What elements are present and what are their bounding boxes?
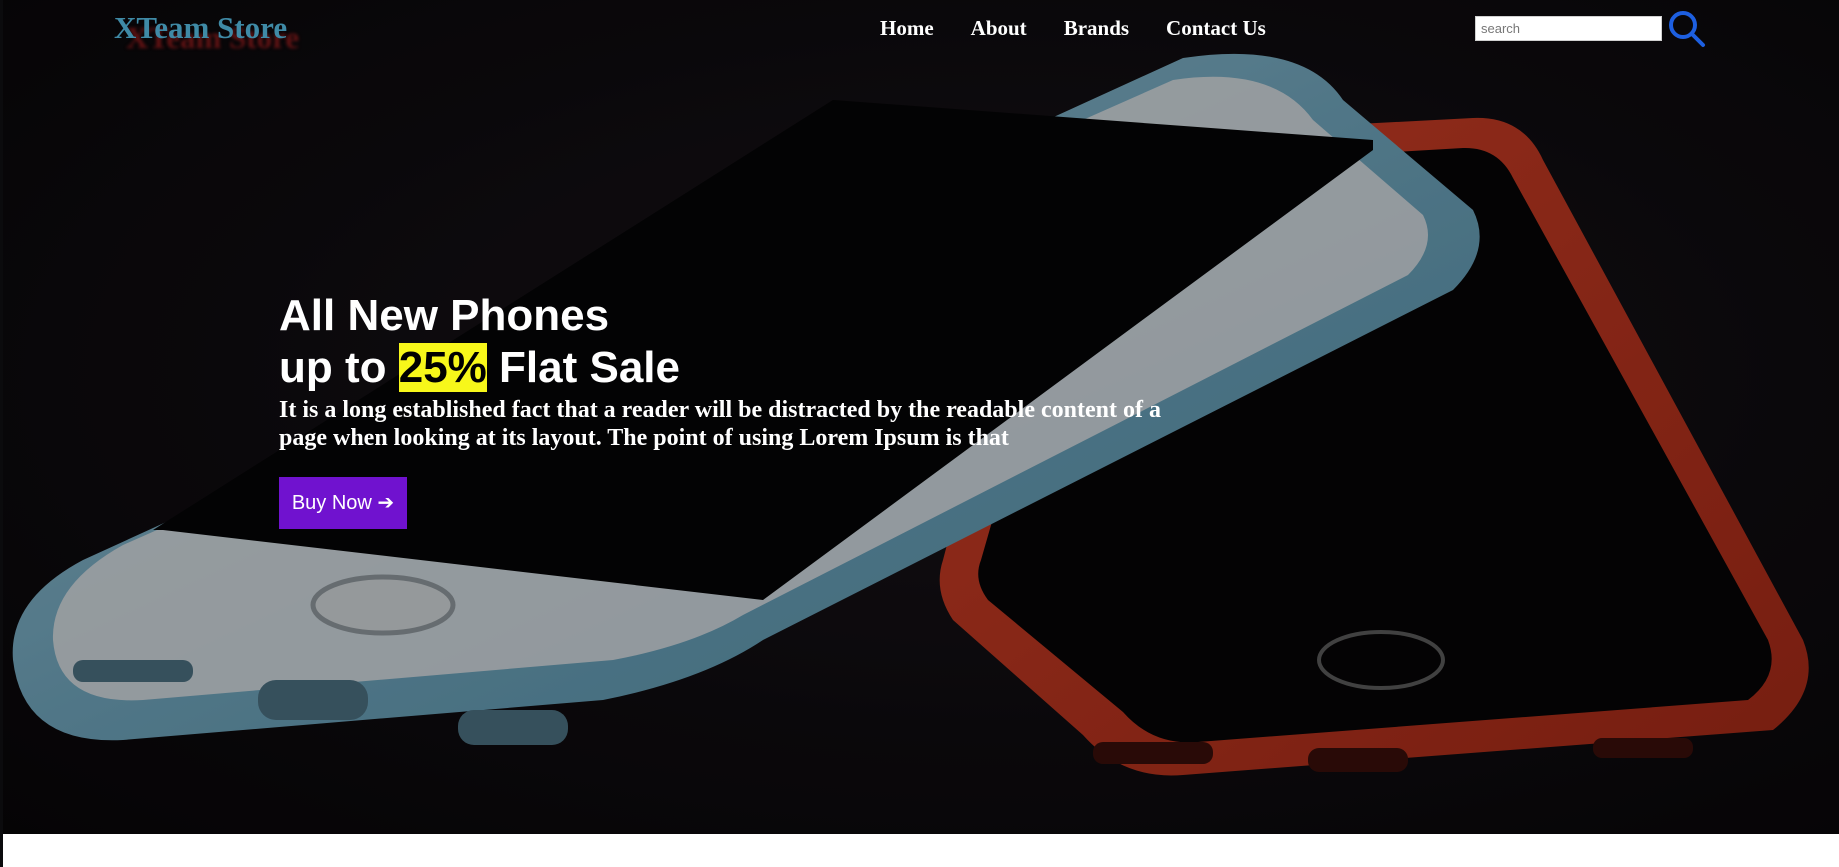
- search-input[interactable]: [1475, 16, 1662, 41]
- buy-now-button[interactable]: Buy Now ➔: [279, 477, 407, 529]
- headline-line-1: All New Phones: [279, 291, 610, 340]
- nav-about[interactable]: About: [971, 16, 1027, 41]
- main-nav: Home About Brands Contact Us: [880, 16, 1266, 41]
- nav-contact-us[interactable]: Contact Us: [1166, 16, 1266, 41]
- discount-highlight: 25%: [398, 343, 487, 392]
- page: XTeam Store Home About Brands Contact Us…: [0, 0, 1839, 867]
- headline-line-2-suffix: Flat Sale: [486, 343, 680, 392]
- search-icon: [1669, 11, 1705, 47]
- nav-brands[interactable]: Brands: [1064, 16, 1129, 41]
- headline-line-2-prefix: up to: [279, 343, 399, 392]
- brand-logo[interactable]: XTeam Store: [114, 10, 287, 46]
- nav-home[interactable]: Home: [880, 16, 934, 41]
- search-button[interactable]: [1667, 9, 1707, 49]
- hero-description: It is a long established fact that a rea…: [279, 397, 1161, 451]
- hero-headline: All New Phones up to 25% Flat Sale: [279, 290, 680, 394]
